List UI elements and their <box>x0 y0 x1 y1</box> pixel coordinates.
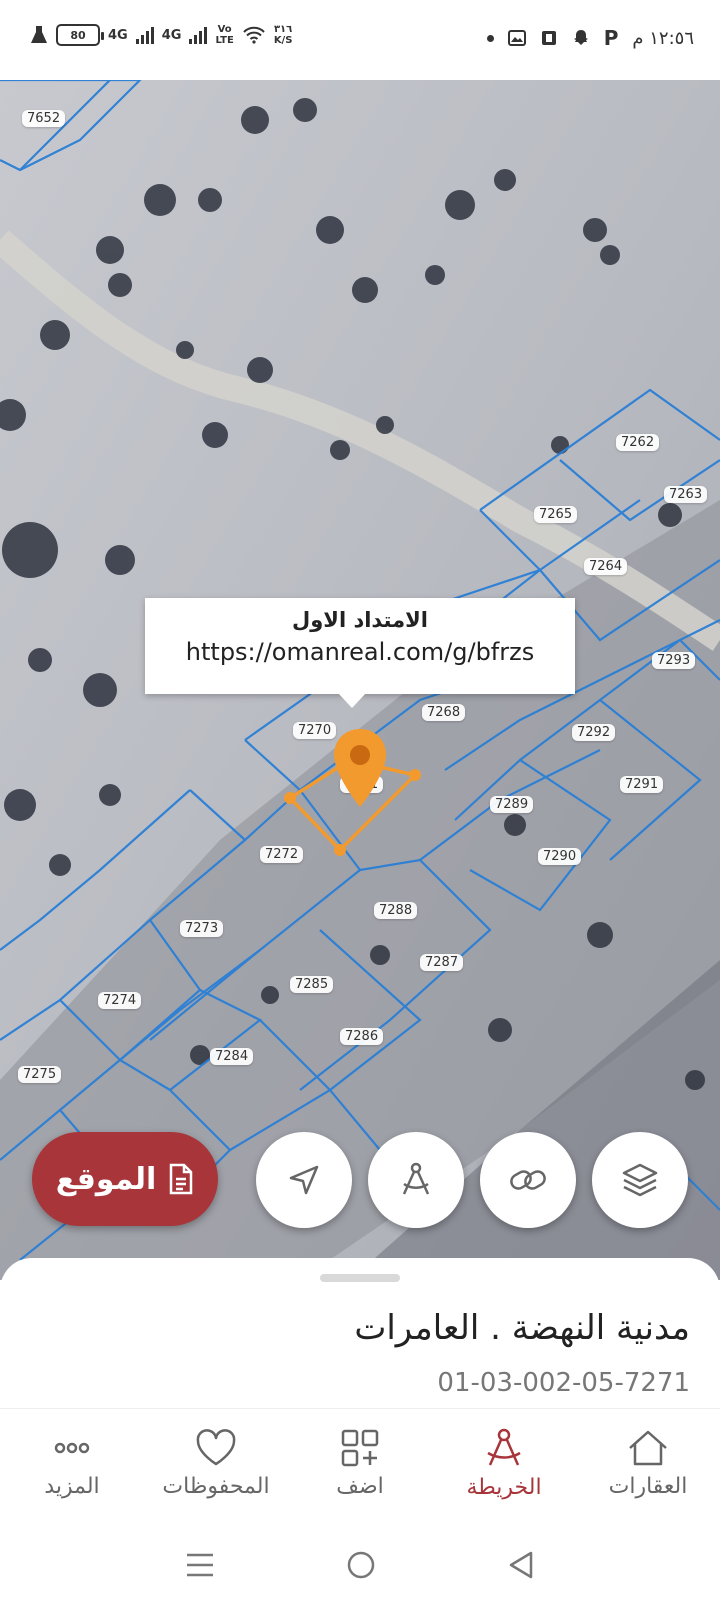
battery-level: 80 <box>70 28 86 42</box>
parcel-label[interactable]: 7288 <box>374 902 418 919</box>
parcel-location-title: مدنية النهضة . العامرات <box>354 1308 690 1348</box>
back-icon[interactable] <box>507 1550 535 1580</box>
more-icon <box>54 1442 90 1454</box>
parcel-label[interactable]: 7291 <box>620 776 664 793</box>
signal-icon <box>189 26 208 44</box>
nav-label: الخريطة <box>466 1475 542 1500</box>
network-type-1: 4G <box>108 27 128 43</box>
nav-item-properties[interactable]: العقارات <box>576 1409 720 1518</box>
system-navigation-bar <box>0 1518 720 1612</box>
callout-url[interactable]: https://omanreal.com/g/bfrzs <box>145 638 575 666</box>
layers-button[interactable] <box>592 1132 688 1228</box>
parcel-label[interactable]: 7265 <box>534 506 578 523</box>
nav-item-more[interactable]: المزيد <box>0 1409 144 1518</box>
add-grid-icon <box>341 1429 379 1467</box>
image-notification-icon <box>507 30 526 46</box>
flask-icon <box>31 26 47 43</box>
dot-icon <box>486 34 494 42</box>
parcel-label[interactable]: 7275 <box>18 1066 62 1083</box>
nav-label: اضف <box>336 1474 384 1499</box>
signal-icon <box>135 26 154 44</box>
clock: ١٢:٥٦ م <box>632 27 694 49</box>
link-icon <box>510 1170 546 1190</box>
network-type-2: 4G <box>161 27 182 43</box>
parcel-label[interactable]: 7286 <box>340 1028 384 1045</box>
parcel-label[interactable]: 7264 <box>584 558 628 575</box>
sheet-drag-handle[interactable] <box>320 1274 400 1282</box>
status-left: 80 4G 4G Vo LTE ٣١٦ K/S <box>30 24 292 46</box>
compass-drawing-icon <box>402 1162 430 1195</box>
parcel-label[interactable]: 7285 <box>290 976 334 993</box>
parcel-label[interactable]: 7292 <box>572 724 616 741</box>
parcel-label[interactable]: 7272 <box>260 846 304 863</box>
nav-item-saved[interactable]: المحفوظات <box>144 1409 288 1518</box>
nav-label: المزيد <box>44 1474 100 1499</box>
volte-indicator: Vo LTE <box>215 24 234 46</box>
navigation-arrow-icon <box>289 1165 319 1195</box>
sim-notification-icon <box>541 31 556 45</box>
map-pin-icon[interactable] <box>331 727 389 809</box>
satellite-map[interactable]: 7652 7262 7263 7265 7264 7293 7270 7268 … <box>0 80 720 1280</box>
network-speed: ٣١٦ K/S <box>273 24 293 46</box>
nav-item-add[interactable]: اضف <box>288 1409 432 1518</box>
home-circle-icon[interactable] <box>346 1550 376 1580</box>
home-icon <box>629 1430 667 1466</box>
parcel-details-sheet[interactable]: مدنية النهضة . العامرات 01-03-002-05-727… <box>0 1258 720 1408</box>
parcel-label[interactable]: 7273 <box>180 920 224 937</box>
status-bar: 80 4G 4G Vo LTE ٣١٦ K/S P ١٢:٥٦ م <box>0 0 720 80</box>
heart-icon <box>196 1429 236 1466</box>
battery-icon: 80 <box>56 24 104 46</box>
recent-apps-icon[interactable] <box>185 1551 215 1579</box>
nav-label: المحفوظات <box>162 1474 270 1499</box>
parcel-label[interactable]: 7652 <box>22 110 66 127</box>
parcel-label[interactable]: 7268 <box>422 704 466 721</box>
nav-label: العقارات <box>608 1474 688 1499</box>
parcel-label[interactable]: 7284 <box>210 1048 254 1065</box>
parcel-label[interactable]: 7274 <box>98 992 142 1009</box>
parcel-id: 01-03-002-05-7271 <box>437 1368 690 1398</box>
document-icon <box>170 1163 193 1195</box>
parcel-label[interactable]: 7263 <box>664 486 708 503</box>
parcel-label[interactable]: 7287 <box>420 954 464 971</box>
wifi-icon <box>243 26 265 44</box>
parcel-label[interactable]: 7290 <box>538 848 582 865</box>
measure-button[interactable] <box>368 1132 464 1228</box>
snapchat-icon <box>573 30 588 45</box>
compass-icon <box>487 1428 521 1466</box>
callout-title: الامتداد الاول <box>292 608 428 632</box>
navigate-button[interactable] <box>256 1132 352 1228</box>
location-button[interactable]: الموقع <box>32 1132 218 1226</box>
status-right: P ١٢:٥٦ م <box>486 26 694 50</box>
parcel-label[interactable]: 7289 <box>490 796 534 813</box>
location-button-label: الموقع <box>55 1161 157 1197</box>
parcel-callout[interactable]: الامتداد الاول https://omanreal.com/g/bf… <box>145 598 575 708</box>
parking-icon: P <box>603 26 619 50</box>
share-link-button[interactable] <box>480 1132 576 1228</box>
parcel-label[interactable]: 7262 <box>616 434 660 451</box>
layers-icon <box>622 1163 658 1197</box>
nav-item-map[interactable]: الخريطة <box>432 1409 576 1518</box>
parcel-label[interactable]: 7270 <box>293 722 337 739</box>
parcel-label[interactable]: 7293 <box>652 652 696 669</box>
bottom-navigation: العقارات الخريطة اضف المحفوظات المزيد <box>0 1408 720 1518</box>
